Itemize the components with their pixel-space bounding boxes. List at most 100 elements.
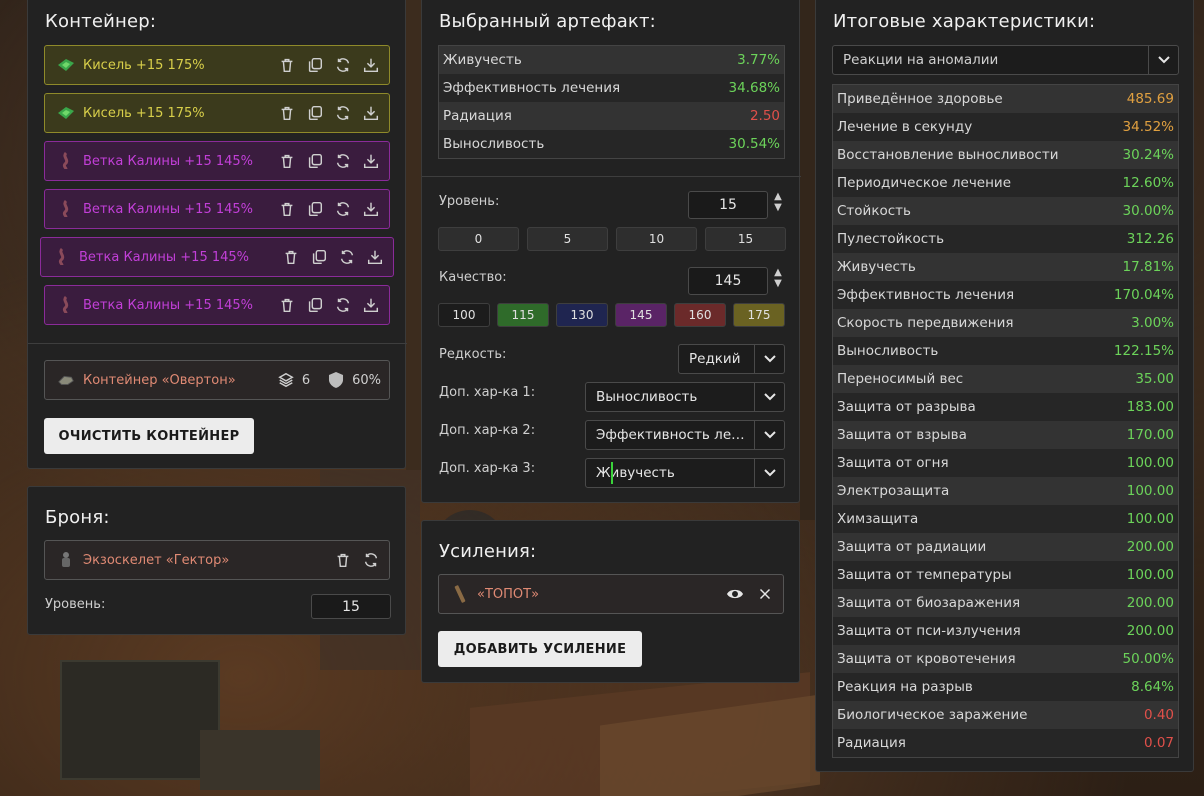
stat-name: Пулестойкость (837, 231, 945, 247)
stat-value: 8.64% (1131, 679, 1174, 695)
stat-value: 0.07 (1143, 735, 1174, 751)
kalina-artifact-icon (53, 248, 71, 266)
boosts-panel: Усиления: «ТОПОТ» ДОБАВИТЬ УСИЛЕНИЕ (421, 520, 800, 683)
level-spinner[interactable]: ▲ ▼ (771, 191, 785, 213)
trash-icon[interactable] (277, 199, 297, 219)
copy-icon[interactable] (305, 151, 325, 171)
boost-item[interactable]: «ТОПОТ» (438, 574, 784, 614)
level-preset-button[interactable]: 15 (705, 227, 786, 251)
totals-filter-value: Реакции на аномалии (843, 52, 999, 68)
copy-icon[interactable] (305, 103, 325, 123)
stat-row: Периодическое лечение 12.60% (833, 169, 1178, 197)
armor-level-input[interactable]: 15 (311, 594, 391, 619)
artifact-row[interactable]: Ветка Калины +15 145% (44, 189, 390, 229)
kalina-artifact-icon (57, 152, 75, 170)
armor-item[interactable]: Экзоскелет «Гектор» (44, 540, 390, 580)
stat-row: Лечение в секунду 34.52% (833, 113, 1178, 141)
stat-row: Защита от взрыва 170.00 (833, 421, 1178, 449)
extra2-select[interactable]: Эффективность ле… (585, 420, 785, 450)
rarity-select[interactable]: Редкий (678, 344, 785, 374)
extra2-value: Эффективность ле… (596, 427, 745, 443)
refresh-icon[interactable] (361, 550, 381, 570)
quality-input[interactable]: 145 (688, 267, 768, 295)
download-icon[interactable] (361, 295, 381, 315)
artifact-row[interactable]: Ветка Калины +15 145% (44, 141, 390, 181)
trash-icon[interactable] (277, 103, 297, 123)
container-divider (28, 343, 407, 344)
refresh-icon[interactable] (333, 103, 353, 123)
copy-icon[interactable] (305, 55, 325, 75)
stat-row: Живучесть 17.81% (833, 253, 1178, 281)
trash-icon[interactable] (277, 55, 297, 75)
artifact-row[interactable]: Ветка Калины +15 145% (40, 237, 394, 277)
quality-preset-button[interactable]: 175 (733, 303, 785, 327)
eye-icon[interactable] (725, 584, 745, 604)
add-boost-button[interactable]: ДОБАВИТЬ УСИЛЕНИЕ (438, 631, 642, 667)
quality-preset-button[interactable]: 115 (497, 303, 549, 327)
stat-value: 30.54% (728, 136, 780, 152)
stat-value: 122.15% (1113, 343, 1174, 359)
exoskeleton-icon (57, 551, 75, 569)
copy-icon[interactable] (309, 247, 329, 267)
quality-spinner[interactable]: ▲ ▼ (771, 267, 785, 289)
stat-name: Выносливость (837, 343, 939, 359)
stat-value: 3.00% (1131, 315, 1174, 331)
stat-name: Эффективность лечения (837, 287, 1015, 303)
extra1-select[interactable]: Выносливость (585, 382, 785, 412)
level-preset-button[interactable]: 5 (527, 227, 608, 251)
stat-row: Защита от кровотечения 50.00% (833, 645, 1178, 673)
level-preset-button[interactable]: 0 (438, 227, 519, 251)
stat-row: Биологическое заражение 0.40 (833, 701, 1178, 729)
armor-item-name: Экзоскелет «Гектор» (83, 552, 230, 568)
download-icon[interactable] (361, 151, 381, 171)
quality-preset-button[interactable]: 100 (438, 303, 490, 327)
shield-icon (326, 370, 346, 390)
clear-container-button[interactable]: ОЧИСТИТЬ КОНТЕЙНЕР (44, 418, 254, 454)
totals-filter-select[interactable]: Реакции на аномалии (832, 45, 1179, 75)
stat-row: Выносливость 122.15% (833, 337, 1178, 365)
trash-icon[interactable] (333, 550, 353, 570)
stat-value: 200.00 (1126, 595, 1174, 611)
quality-preset-button[interactable]: 145 (615, 303, 667, 327)
stat-value: 0.40 (1143, 707, 1174, 723)
rarity-label: Редкость: (439, 347, 507, 362)
stat-name: Выносливость (443, 136, 545, 152)
refresh-icon[interactable] (333, 295, 353, 315)
refresh-icon[interactable] (333, 199, 353, 219)
container-overton-icon (57, 371, 75, 389)
artifact-name: Кисель +15 175% (83, 57, 205, 73)
selected-divider (422, 176, 801, 177)
extra3-select[interactable]: Живучесть (585, 458, 785, 488)
level-preset-button[interactable]: 10 (616, 227, 697, 251)
stat-row: Химзащита 100.00 (833, 505, 1178, 533)
stat-name: Защита от взрыва (837, 427, 967, 443)
stat-value: 30.24% (1122, 147, 1174, 163)
trash-icon[interactable] (277, 151, 297, 171)
download-icon[interactable] (361, 199, 381, 219)
copy-icon[interactable] (305, 295, 325, 315)
artifact-row[interactable]: Ветка Калины +15 145% (44, 285, 390, 325)
download-icon[interactable] (361, 55, 381, 75)
refresh-icon[interactable] (333, 151, 353, 171)
level-input[interactable]: 15 (688, 191, 768, 219)
artifact-row[interactable]: Кисель +15 175% (44, 93, 390, 133)
download-icon[interactable] (361, 103, 381, 123)
level-label: Уровень: (439, 194, 500, 209)
copy-icon[interactable] (305, 199, 325, 219)
chevron-down-icon (754, 345, 784, 373)
quality-preset-button[interactable]: 160 (674, 303, 726, 327)
close-icon[interactable] (755, 584, 775, 604)
download-icon[interactable] (365, 247, 385, 267)
quality-preset-button[interactable]: 130 (556, 303, 608, 327)
refresh-icon[interactable] (337, 247, 357, 267)
container-slots: 6 (301, 372, 311, 388)
stat-name: Реакция на разрыв (837, 679, 973, 695)
trash-icon[interactable] (277, 295, 297, 315)
artifact-row[interactable]: Кисель +15 175% (44, 45, 390, 85)
refresh-icon[interactable] (333, 55, 353, 75)
container-item[interactable]: Контейнер «Овертон» 6 60% (44, 360, 390, 400)
trash-icon[interactable] (281, 247, 301, 267)
chevron-down-icon (754, 421, 784, 449)
stat-name: Приведённое здоровье (837, 91, 1003, 107)
stat-row: Переносимый вес 35.00 (833, 365, 1178, 393)
